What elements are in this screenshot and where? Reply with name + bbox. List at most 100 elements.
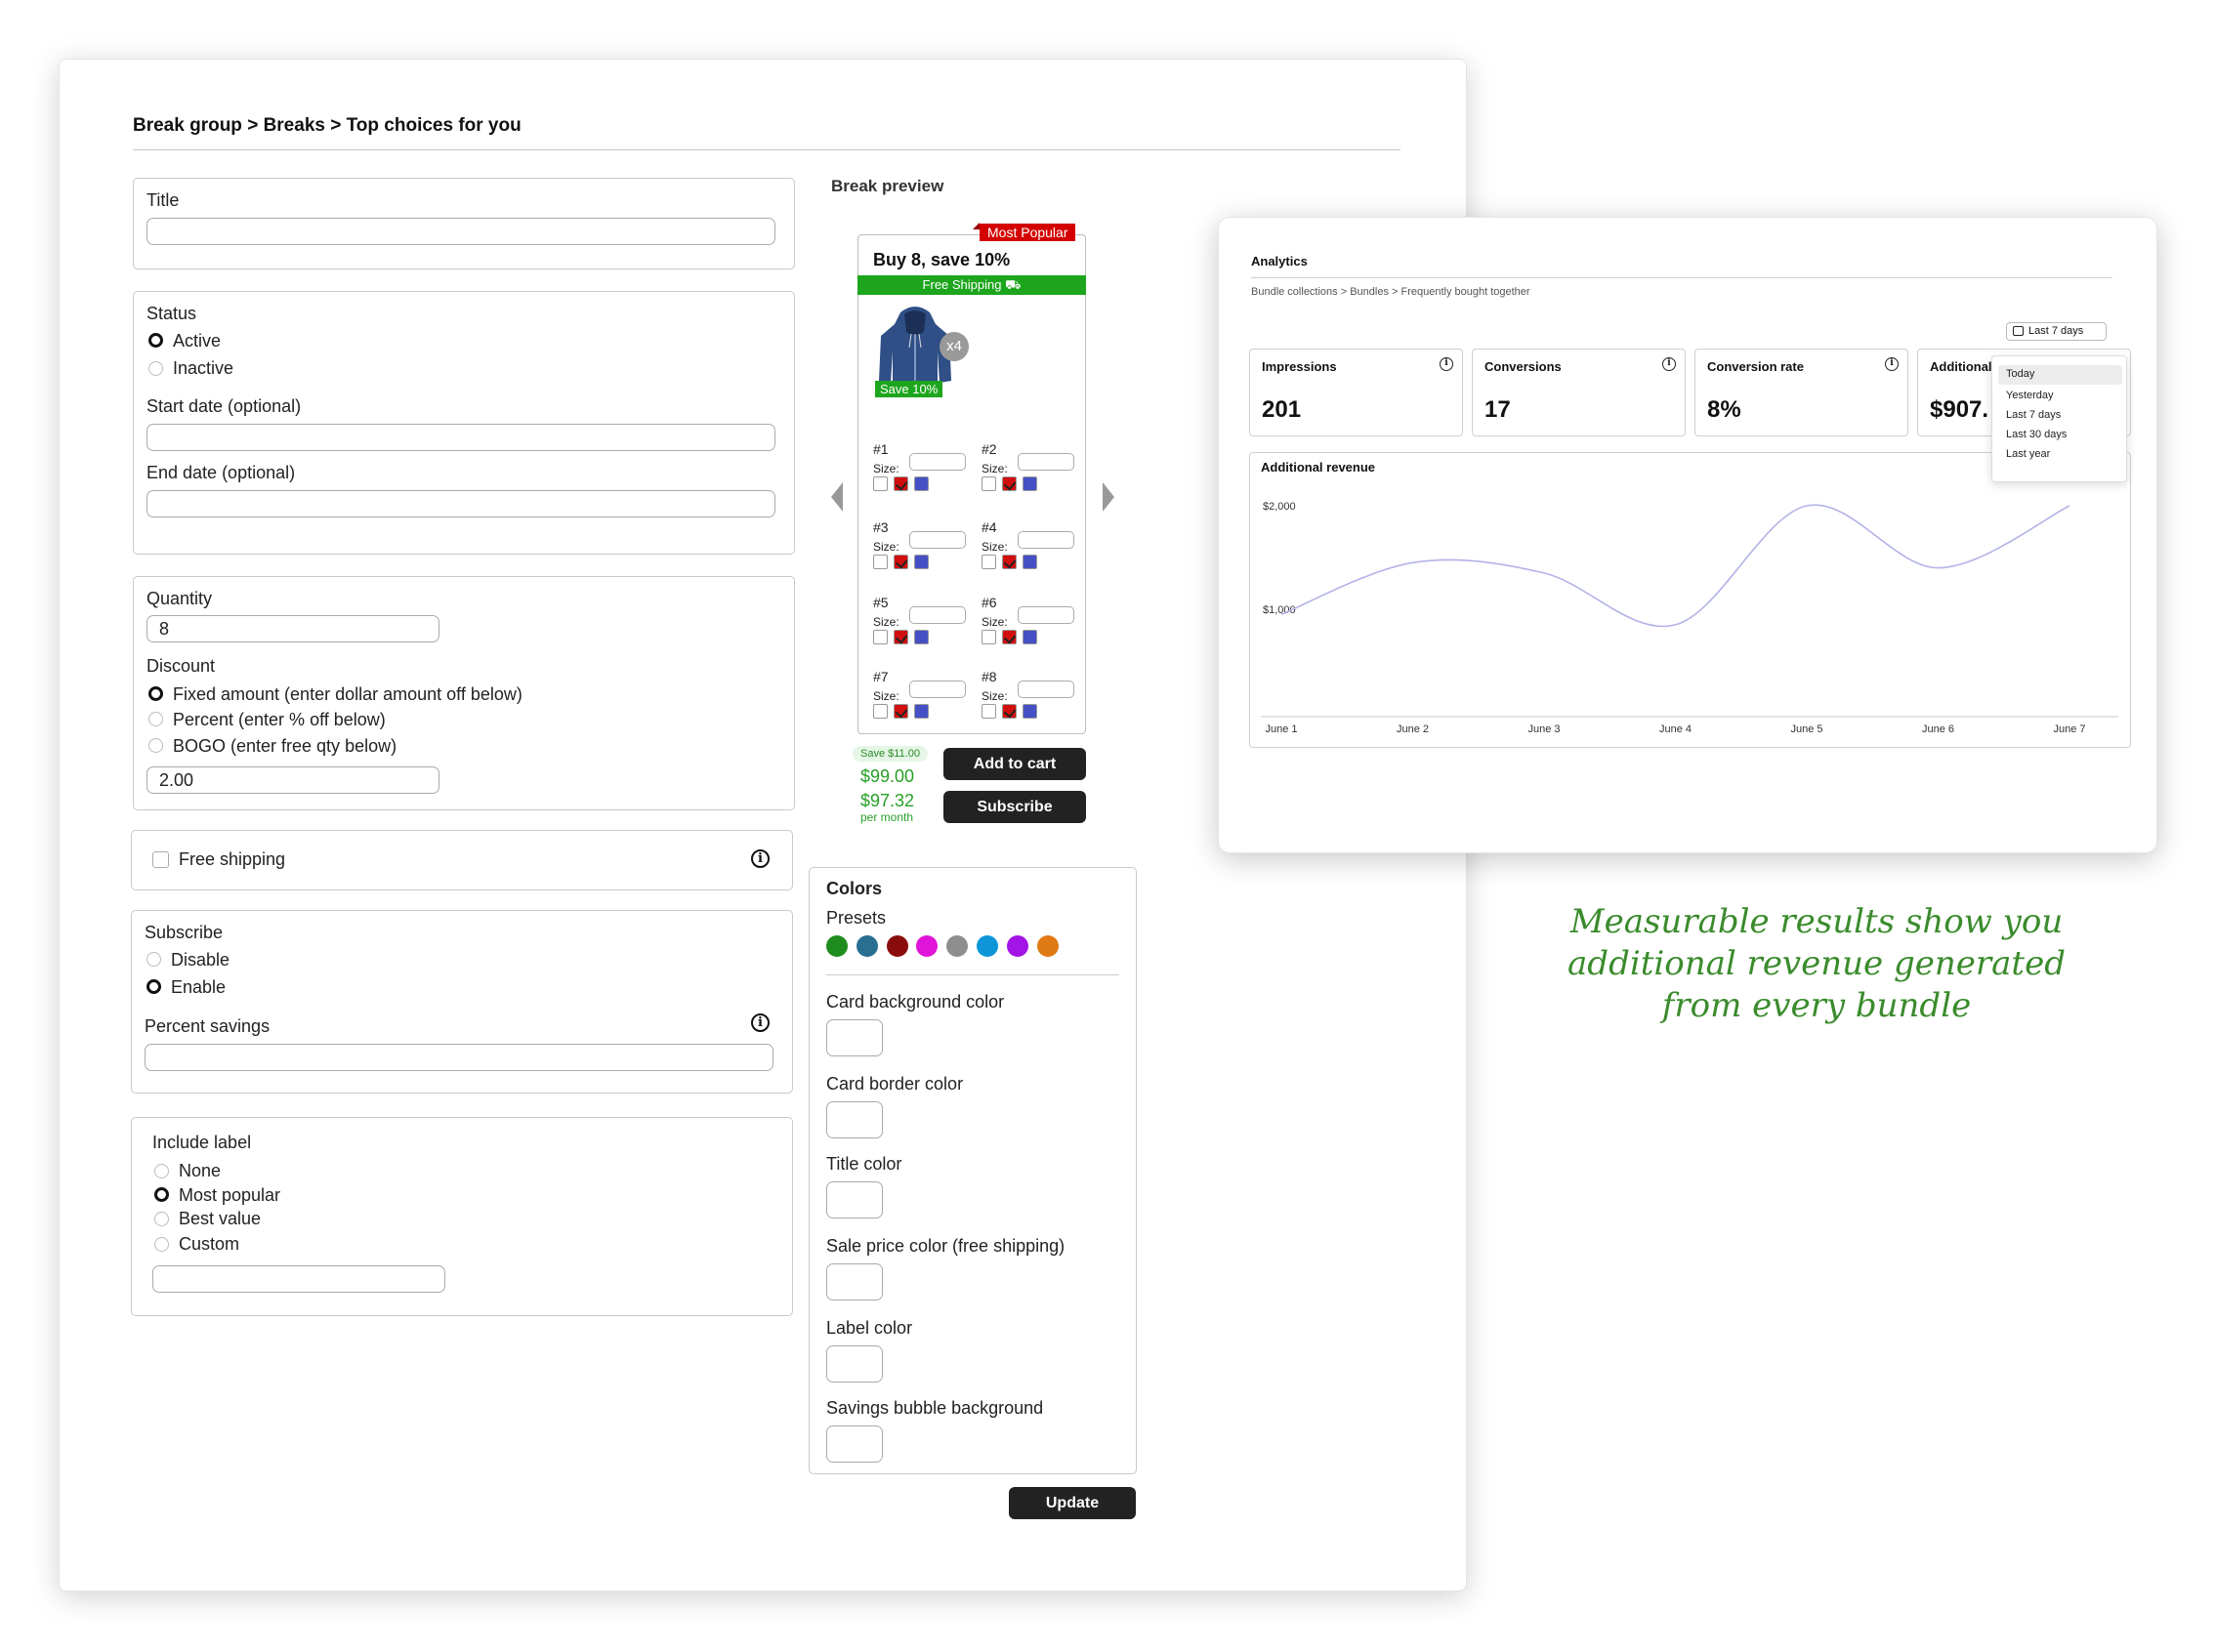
discount-fixed-radio[interactable] (148, 686, 163, 701)
slot-color-swatch-blue[interactable] (1023, 704, 1037, 719)
slot-color-swatch-red[interactable] (894, 630, 908, 644)
free-shipping-banner: Free Shipping ⛟ (857, 275, 1086, 295)
end-date-input[interactable] (146, 490, 775, 517)
subscribe-enable-radio[interactable] (146, 979, 161, 994)
slot-color-swatch-blue[interactable] (914, 555, 929, 569)
slot-size-label: Size: (873, 462, 899, 475)
color-preset-swatch[interactable] (1036, 935, 1059, 957)
label-best-value-label: Best value (179, 1209, 262, 1228)
color-picker-input[interactable] (826, 1263, 883, 1301)
free-shipping-checkbox[interactable] (152, 851, 169, 868)
color-preset-swatch[interactable] (886, 935, 908, 957)
subscribe-disable-radio[interactable] (146, 952, 161, 967)
slot-color-swatch-blue[interactable] (1023, 630, 1037, 644)
colors-heading: Colors (826, 879, 883, 898)
info-icon[interactable]: i (1440, 357, 1453, 371)
label-custom-radio[interactable] (154, 1237, 169, 1252)
status-active-radio[interactable] (148, 333, 163, 348)
discount-percent-radio[interactable] (148, 712, 163, 726)
label-best-value-radio[interactable] (154, 1212, 169, 1226)
color-picker-input[interactable] (826, 1181, 883, 1218)
slot-color-swatch-white[interactable] (982, 704, 996, 719)
revenue-line-chart: $2,000$1,000June 1 June 2 June 3 June 4 June… (1261, 501, 2118, 735)
conversion-rate-card: Conversion rate i 8% (1694, 349, 1908, 436)
dropdown-option-last-7-days[interactable]: Last 7 days (2006, 409, 2061, 421)
percent-savings-info-icon[interactable]: i (751, 1013, 770, 1032)
analytics-divider (1251, 277, 2112, 278)
preview-next-arrow-icon[interactable] (1103, 482, 1114, 512)
break-preview-heading: Break preview (831, 177, 944, 195)
color-picker-input[interactable] (826, 1345, 883, 1383)
subscribe-label: Subscribe (145, 923, 224, 942)
preview-prev-arrow-icon[interactable] (831, 482, 843, 512)
add-to-cart-button[interactable]: Add to cart (943, 748, 1086, 780)
metric-name: Conversions (1484, 359, 1562, 374)
quantity-input[interactable]: 8 (146, 615, 439, 642)
slot-size-input[interactable] (909, 453, 966, 471)
slot-color-swatch-red[interactable] (1002, 476, 1017, 491)
slot-color-swatch-red[interactable] (1002, 630, 1017, 644)
slot-size-input[interactable] (1018, 681, 1074, 698)
x-tick-label: June 4 (1659, 723, 1692, 735)
slot-color-swatch-red[interactable] (1002, 555, 1017, 569)
slot-size-input[interactable] (1018, 606, 1074, 624)
discount-bogo-radio[interactable] (148, 738, 163, 753)
discount-amount-input[interactable]: 2.00 (146, 766, 439, 794)
subscribe-button[interactable]: Subscribe (943, 791, 1086, 823)
title-input[interactable] (146, 218, 775, 245)
slot-color-swatch-red[interactable] (894, 704, 908, 719)
slot-color-swatch-red[interactable] (1002, 704, 1017, 719)
color-preset-swatch[interactable] (977, 935, 998, 957)
slot-size-input[interactable] (909, 606, 966, 624)
slot-number: #3 (873, 519, 889, 535)
presets-divider (826, 974, 1119, 975)
color-preset-swatch[interactable] (856, 935, 878, 957)
slot-color-swatch-white[interactable] (982, 555, 996, 569)
info-icon[interactable]: i (1662, 357, 1676, 371)
dropdown-option-last-30-days[interactable]: Last 30 days (2006, 429, 2067, 440)
slot-color-swatch-white[interactable] (982, 630, 996, 644)
slot-color-swatch-white[interactable] (873, 555, 888, 569)
calendar-icon (2013, 326, 2024, 336)
custom-label-input[interactable] (152, 1265, 445, 1293)
slot-color-swatch-white[interactable] (873, 704, 888, 719)
slot-size-input[interactable] (909, 681, 966, 698)
slot-color-swatch-blue[interactable] (914, 630, 929, 644)
slot-size-input[interactable] (1018, 531, 1074, 549)
start-date-input[interactable] (146, 424, 775, 451)
slot-color-swatch-white[interactable] (873, 630, 888, 644)
slot-size-label: Size: (873, 540, 899, 554)
slot-color-swatch-blue[interactable] (1023, 476, 1037, 491)
end-date-label: End date (optional) (146, 463, 296, 482)
label-none-radio[interactable] (154, 1164, 169, 1178)
slot-color-swatch-white[interactable] (982, 476, 996, 491)
free-shipping-info-icon[interactable]: i (751, 849, 770, 868)
color-picker-input[interactable] (826, 1425, 883, 1463)
info-icon[interactable]: i (1885, 357, 1899, 371)
label-most-popular-radio[interactable] (154, 1187, 169, 1202)
slot-color-swatch-blue[interactable] (914, 704, 929, 719)
bundle-price: $99.00 (860, 766, 915, 786)
slot-color-swatch-red[interactable] (894, 476, 908, 491)
x-tick-label: June 6 (1922, 723, 1954, 735)
slot-color-swatch-blue[interactable] (1023, 555, 1037, 569)
color-picker-input[interactable] (826, 1101, 883, 1138)
badge-fold-icon (973, 223, 980, 229)
color-preset-swatch[interactable] (1006, 935, 1028, 957)
slot-size-input[interactable] (1018, 453, 1074, 471)
slot-size-label: Size: (873, 689, 899, 703)
color-preset-swatch[interactable] (826, 935, 848, 957)
slot-color-swatch-red[interactable] (894, 555, 908, 569)
dropdown-option-yesterday[interactable]: Yesterday (2006, 390, 2054, 401)
slot-size-input[interactable] (909, 531, 966, 549)
date-range-button[interactable]: Last 7 days (2006, 322, 2107, 341)
dropdown-option-today[interactable]: Today (2006, 368, 2034, 380)
tagline-line: Measurable results show you (1569, 902, 2064, 941)
update-button[interactable]: Update (1009, 1487, 1136, 1519)
percent-savings-input[interactable] (145, 1044, 773, 1071)
slot-color-swatch-white[interactable] (873, 476, 888, 491)
dropdown-option-last-year[interactable]: Last year (2006, 448, 2050, 460)
color-picker-input[interactable] (826, 1019, 883, 1056)
status-inactive-radio[interactable] (148, 361, 163, 376)
slot-color-swatch-blue[interactable] (914, 476, 929, 491)
